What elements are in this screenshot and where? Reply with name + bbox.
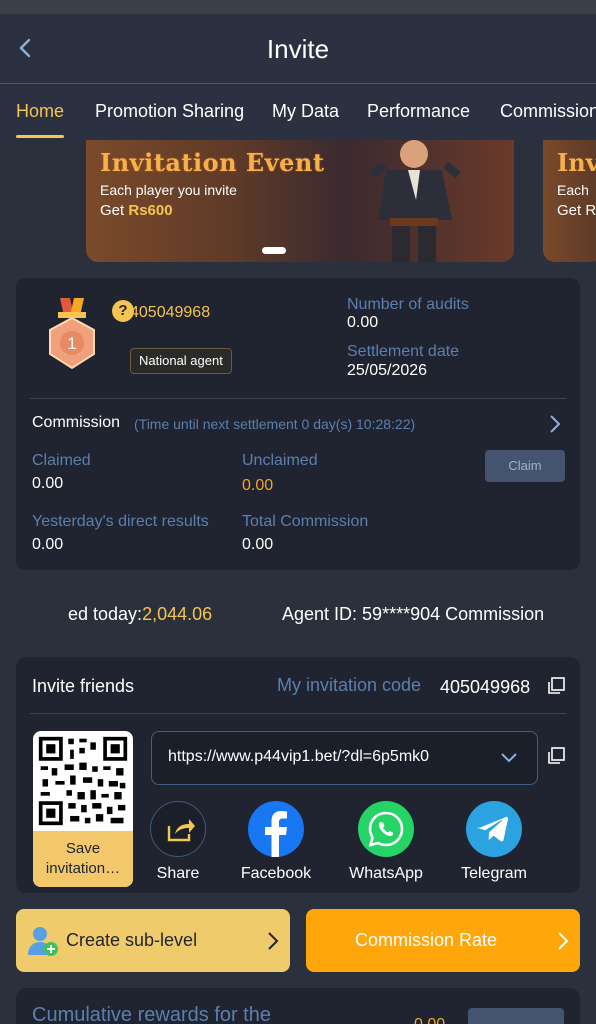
promo-banner[interactable]: Invitation Event Each player you invite … — [86, 140, 514, 262]
invitation-code-label: My invitation code — [277, 675, 422, 695]
audits-label: Number of audits — [347, 296, 469, 313]
commission-rate-label: Commission Rate — [354, 930, 498, 950]
settlement-label: Settlement date — [347, 343, 460, 360]
invitation-code: 405049968 — [440, 677, 531, 697]
cumulative-rewards-label: Cumulative rewards for the — [32, 1004, 271, 1024]
chevron-right-icon — [268, 932, 279, 950]
facebook-icon — [248, 801, 304, 857]
unclaimed-value: 0.00 — [242, 477, 274, 494]
claimed-value: 0.00 — [32, 475, 64, 492]
chevron-right-icon — [558, 932, 569, 950]
whatsapp-share-button[interactable]: WhatsApp — [346, 801, 426, 883]
settlement-value: 25/05/2026 — [347, 362, 428, 379]
audits-value: 0.00 — [347, 314, 379, 331]
banner-next-title: Invi — [557, 148, 596, 177]
qr-code-image — [38, 736, 128, 826]
telegram-share-button[interactable]: Telegram — [454, 801, 534, 883]
banner-next-line2: Get R — [557, 202, 596, 219]
qr-code-card[interactable]: Save invitation… — [33, 731, 133, 887]
ticker-prefix: ed today: — [68, 604, 143, 624]
add-user-icon — [28, 927, 58, 956]
total-commission-value: 0.00 — [242, 536, 274, 553]
tab-commission[interactable]: Commission — [500, 101, 596, 122]
facebook-label: Facebook — [240, 865, 312, 882]
unclaimed-label: Unclaimed — [242, 452, 318, 469]
chevron-down-icon[interactable] — [500, 752, 518, 764]
tab-home[interactable]: Home — [16, 101, 64, 122]
page-title: Invite — [266, 34, 330, 64]
whatsapp-label: WhatsApp — [349, 865, 423, 882]
agent-character-illustration — [369, 140, 461, 262]
invite-link-field[interactable]: https://www.p44vip1.bet/?dl=6p5mk0 — [151, 731, 538, 785]
telegram-icon — [466, 801, 522, 857]
create-sub-level-label: Create sub-level — [66, 930, 198, 950]
settlement-countdown: (Time until next settlement 0 day(s) 10:… — [134, 416, 416, 432]
share-button[interactable]: Share — [138, 801, 218, 883]
create-sub-level-button[interactable]: Create sub-level — [16, 909, 290, 972]
banner-next-line1: Each — [557, 182, 589, 198]
invite-divider — [30, 713, 566, 714]
yesterday-value: 0.00 — [32, 536, 64, 553]
status-strip — [0, 0, 596, 14]
agent-summary-card: 1 ? 405049968 National agent Number of a… — [16, 278, 580, 570]
invite-title: Invite friends — [32, 676, 135, 696]
agent-level-badge: National agent — [130, 348, 232, 374]
commission-rate-button[interactable]: Commission Rate — [306, 909, 580, 972]
chevron-right-icon[interactable] — [548, 414, 562, 434]
claim-button[interactable]: Claim — [485, 450, 565, 482]
app-header: Invite — [0, 14, 596, 84]
share-label: Share — [156, 865, 200, 882]
telegram-label: Telegram — [461, 865, 527, 882]
commission-label: Commission — [32, 414, 121, 431]
tab-bar: Home Promotion Sharing My Data Performan… — [0, 85, 596, 139]
carousel-indicator — [262, 247, 286, 254]
copy-link-icon[interactable] — [546, 746, 566, 766]
invite-link: https://www.p44vip1.bet/?dl=6p5mk0 — [168, 748, 430, 765]
banner-line2: Get Rs600 — [100, 202, 173, 219]
ticker-amount: 2,044.06 — [142, 604, 213, 624]
total-commission-label: Total Commission — [242, 513, 369, 530]
share-icon — [150, 801, 206, 857]
active-tab-indicator — [16, 135, 64, 138]
cumulative-rewards-button[interactable] — [468, 1008, 564, 1024]
promo-banner-next[interactable]: Invi Each Get R — [543, 140, 596, 262]
card-divider — [30, 398, 566, 399]
banner-line1: Each player you invite — [100, 182, 237, 198]
cumulative-rewards-card: Cumulative rewards for the 0.00 — [16, 988, 580, 1024]
tab-my-data[interactable]: My Data — [272, 101, 339, 122]
tab-performance[interactable]: Performance — [367, 101, 470, 122]
copy-code-icon[interactable] — [546, 676, 566, 696]
ticker-suffix: Agent ID: 59****904 Commission — [282, 604, 545, 624]
cumulative-rewards-value: 0.00 — [414, 1016, 445, 1024]
claimed-label: Claimed — [32, 452, 91, 469]
facebook-share-button[interactable]: Facebook — [236, 801, 316, 883]
banner-title: Invitation Event — [100, 148, 325, 177]
tab-promotion-sharing[interactable]: Promotion Sharing — [95, 101, 244, 122]
save-invitation-button[interactable]: Save invitation… — [33, 831, 133, 887]
yesterday-label: Yesterday's direct results — [32, 513, 209, 530]
level-medal-icon: 1 — [49, 298, 95, 370]
svg-text:1: 1 — [67, 334, 76, 353]
invite-friends-card: Invite friends My invitation code 405049… — [16, 657, 580, 893]
whatsapp-icon — [358, 801, 414, 857]
agent-id: 405049968 — [130, 304, 211, 321]
commission-ticker: ed today:2,044.06 Agent ID: 59****904 Co… — [0, 604, 596, 630]
